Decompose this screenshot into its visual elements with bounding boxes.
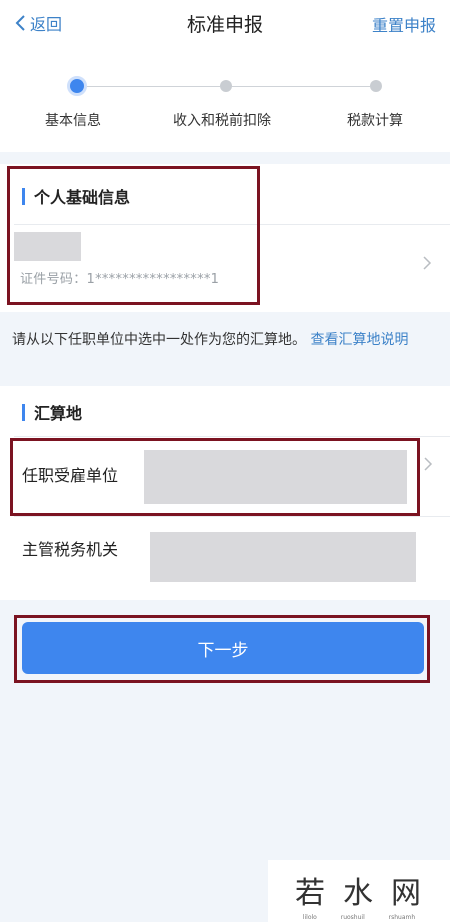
watermark-subtext: lilolo ruoshuil rshuamh: [302, 914, 416, 921]
step-dot-active: [67, 76, 87, 96]
section-title-settlement: 汇算地: [22, 400, 82, 424]
top-nav-bar: 返回 标准申报 重置申报: [0, 0, 450, 48]
settlement-notice: 请从以下任职单位中选中一处作为您的汇算地。 查看汇算地说明: [12, 329, 442, 352]
step-basic-info[interactable]: 基本信息: [45, 110, 101, 130]
progress-stepper: 基本信息 收入和税前扣除 税款计算: [0, 48, 450, 152]
chevron-right-icon[interactable]: [422, 255, 432, 271]
personal-section-label: 个人基础信息: [34, 188, 131, 207]
notice-text: 请从以下任职单位中选中一处作为您的汇算地。: [12, 332, 306, 348]
name-redacted-block: [14, 232, 81, 261]
step-dot: [370, 80, 382, 92]
section-marker: [22, 187, 25, 205]
step-connector: [232, 86, 370, 87]
step-tax-calculation[interactable]: 税款计算: [347, 110, 403, 130]
section-marker: [22, 403, 25, 421]
next-step-button[interactable]: 下一步: [22, 622, 424, 674]
personal-info-card: 个人基础信息 证件号码：1*****************1: [0, 164, 450, 312]
step-dot: [220, 80, 232, 92]
step-connector: [84, 86, 220, 87]
divider: [14, 436, 450, 437]
section-title-personal: 个人基础信息: [22, 184, 130, 208]
id-number-label: 证件号码：1*****************1: [20, 272, 220, 287]
tax-authority-label: 主管税务机关: [22, 540, 119, 559]
employer-label[interactable]: 任职受雇单位: [22, 462, 118, 486]
divider: [14, 516, 450, 517]
watermark-text: 若水网: [295, 876, 439, 911]
employer-value-block[interactable]: [144, 450, 407, 504]
reset-declaration-button[interactable]: 重置申报: [372, 12, 436, 36]
step-income-deductions[interactable]: 收入和税前扣除: [173, 110, 271, 130]
settlement-explanation-link[interactable]: 查看汇算地说明: [310, 332, 408, 348]
settlement-card: 汇算地 任职受雇单位 主管税务机关: [0, 386, 450, 600]
tax-authority-value-block: [150, 532, 416, 582]
settlement-section-label: 汇算地: [34, 404, 83, 423]
chevron-right-icon[interactable]: [423, 456, 433, 472]
divider: [14, 224, 450, 225]
watermark-logo: 若水网 lilolo ruoshuil rshuamh: [268, 860, 450, 922]
